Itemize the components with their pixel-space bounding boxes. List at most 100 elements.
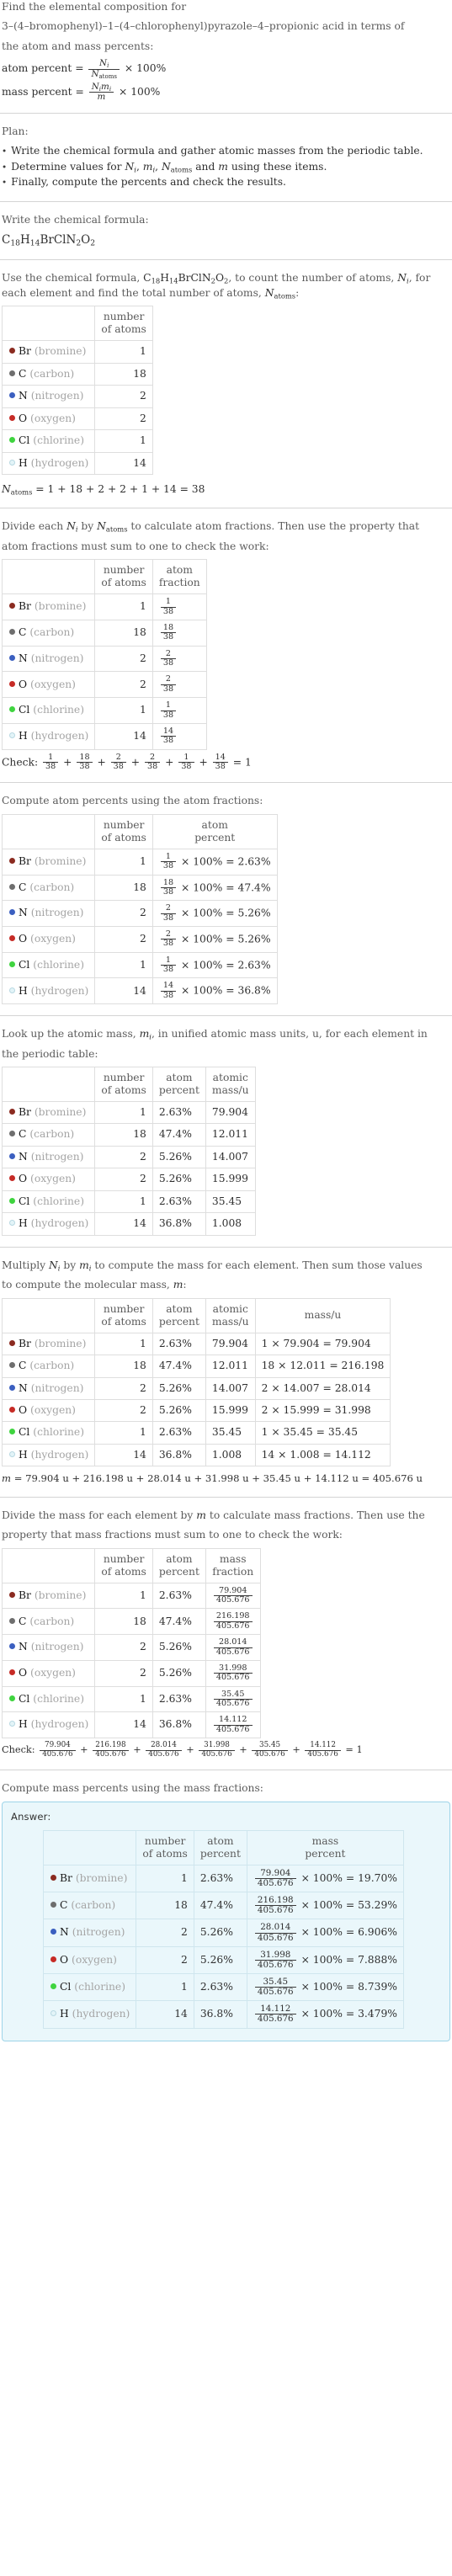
- table-row: O (oxygen) 2 5.26% 31.998 405.676 × 100% = 7…: [42, 1945, 404, 1974]
- atom-count: 2: [94, 900, 153, 927]
- table-row: Cl (chlorine) 1 2.63% 35.45: [1, 1190, 256, 1214]
- atom-percent-value: 47.4%: [237, 881, 271, 893]
- atom-percent-value: 5.26%: [152, 1145, 206, 1169]
- atom-percent-value: 2.63%: [237, 855, 271, 868]
- divider: [0, 259, 452, 261]
- fraction-numerator: 1: [165, 851, 172, 861]
- element-color-dot-c: [9, 1617, 15, 1624]
- atom-fraction-value: 1 38: [160, 851, 177, 871]
- atomic-mass-value: 35.45: [205, 1190, 256, 1214]
- header-line-1: number: [103, 1302, 145, 1315]
- total-atoms-equation: Natoms = 1 + 18 + 2 + 2 + 1 + 14 = 38: [2, 482, 205, 497]
- atom-count: 1: [94, 848, 153, 876]
- atom-percent-table: number of atoms atom percent Br (bromine) 1…: [1, 813, 278, 1005]
- mass-fraction-check: Check: 79.904 405.676 + 216.198 405.676 + …: [2, 1741, 363, 1759]
- element-name: (bromine): [34, 1337, 87, 1349]
- element-symbol: C: [60, 1899, 68, 1912]
- header-atomic-mass: atomic mass/u: [205, 1297, 256, 1333]
- element-color-dot-cl: [51, 1983, 56, 1989]
- atom-percent-value: 36.8%: [193, 2000, 247, 2029]
- mass-expression: 2 × 14.007 = 28.014: [254, 1376, 391, 1401]
- header-line-1: atom: [207, 1834, 234, 1847]
- element-color-dot-br: [9, 1109, 15, 1115]
- atom-count: 1: [94, 951, 153, 979]
- element-color-dot-h: [9, 1721, 15, 1727]
- element-symbol: C: [19, 1128, 27, 1141]
- fraction-numerator: 35.45: [221, 1689, 245, 1699]
- mass-percent-label: mass percent =: [2, 85, 84, 98]
- divider: [0, 782, 452, 784]
- af-text-a: Divide each: [2, 520, 67, 533]
- element-symbol: Br: [19, 1106, 31, 1119]
- element-color-dot-h: [9, 459, 15, 466]
- atom-percent-numerator: N: [99, 58, 108, 69]
- fraction-numerator: 2: [165, 929, 172, 939]
- header-line-1: number: [103, 1072, 145, 1084]
- times-100-label: × 100% =: [300, 1981, 355, 1993]
- header-line-1: atom: [166, 1302, 193, 1315]
- header-line-1: mass: [219, 1552, 247, 1565]
- element-name: (chlorine): [33, 1426, 85, 1439]
- element-color-dot-h: [9, 1450, 15, 1457]
- element-name: (bromine): [34, 345, 87, 358]
- header-number-of-atoms: number of atoms: [94, 559, 153, 595]
- element-name: (hydrogen): [30, 456, 89, 469]
- header-line-2: percent: [158, 1565, 199, 1578]
- fraction-denominator: 405.676: [93, 1749, 129, 1759]
- element-color-dot-n: [9, 654, 15, 661]
- divider: [0, 112, 452, 114]
- atom-percent-value: 47.4%: [152, 1608, 206, 1636]
- mass-fraction-value: 28.014 405.676: [213, 1637, 253, 1657]
- fraction-numerator: 14.112: [218, 1715, 247, 1725]
- element-color-dot-c: [9, 629, 15, 636]
- atom-percent-section: Compute atom percents using the atom fra…: [0, 794, 452, 1005]
- atomic-mass-value: 79.904: [205, 1101, 256, 1125]
- header-line-2: percent: [158, 1084, 199, 1097]
- fraction-denominator: 38: [77, 762, 93, 771]
- mass-percent-value: 7.888%: [358, 1953, 397, 1966]
- fraction-denominator: 405.676: [213, 1595, 253, 1605]
- header-line-2: of atoms: [101, 1084, 146, 1097]
- fraction-denominator: 405.676: [252, 1749, 288, 1759]
- fraction-denominator: 38: [160, 886, 177, 897]
- atom-count: 1: [94, 340, 153, 364]
- element-color-dot-cl: [9, 706, 15, 713]
- fraction-denominator: 405.676: [254, 1905, 296, 1915]
- header-mass: mass/u: [254, 1297, 391, 1333]
- element-symbol: N: [19, 390, 28, 402]
- check-label: Check:: [2, 1744, 35, 1756]
- element-color-dot-br: [9, 603, 15, 609]
- element-symbol: Br: [19, 1589, 31, 1601]
- atom-percent-value: 2.63%: [193, 1972, 247, 2002]
- fraction-numerator: 2: [165, 648, 172, 658]
- header-line-2: of atoms: [101, 577, 146, 589]
- table-row: C (carbon) 18 47.4% 12.011: [1, 1123, 256, 1147]
- atom-fraction-value: 14 38: [160, 982, 177, 1000]
- atom-percent-value: 2.63%: [152, 1685, 206, 1713]
- element-color-dot-o: [9, 680, 15, 687]
- atom-count: 1: [94, 1421, 153, 1445]
- fraction-denominator: 405.676: [254, 1959, 296, 1970]
- element-symbol: C: [19, 881, 27, 893]
- fraction-numerator: 14: [215, 752, 226, 762]
- count-atoms-text: Use the chemical formula, C18H14BrClN2O2…: [2, 272, 431, 301]
- fraction-numerator: 18: [79, 752, 90, 762]
- element-symbol: O: [19, 1667, 28, 1679]
- fraction-numerator: 79.904: [44, 1741, 71, 1750]
- mass-fraction-value: 35.45 405.676: [254, 1977, 296, 1997]
- atom-percent-value: 2.63%: [152, 1421, 206, 1445]
- table-row: C (carbon) 18: [1, 362, 153, 386]
- table-row: O (oxygen) 2 2 38 × 100% = 5.26%: [1, 925, 278, 953]
- mass-percent-value: 19.70%: [358, 1872, 397, 1884]
- atom-percent-text: Compute atom percents using the atom fra…: [2, 795, 263, 807]
- element-symbol: O: [19, 412, 28, 424]
- count-atoms-section: Use the chemical formula, C 18 H 14 Br Cl N 2 O 2…: [0, 271, 452, 497]
- fraction-numerator: 1: [48, 752, 54, 762]
- element-name: (chlorine): [33, 1692, 85, 1705]
- element-name: (chlorine): [33, 704, 85, 716]
- check-term: 1 38: [43, 752, 59, 772]
- atom-count: 2: [94, 925, 153, 953]
- fraction-numerator: 79.904: [218, 1585, 247, 1595]
- header-line-1: atom: [166, 564, 193, 577]
- table-row: H (hydrogen) 14 14 38 × 100% = 36.8%: [1, 977, 278, 1005]
